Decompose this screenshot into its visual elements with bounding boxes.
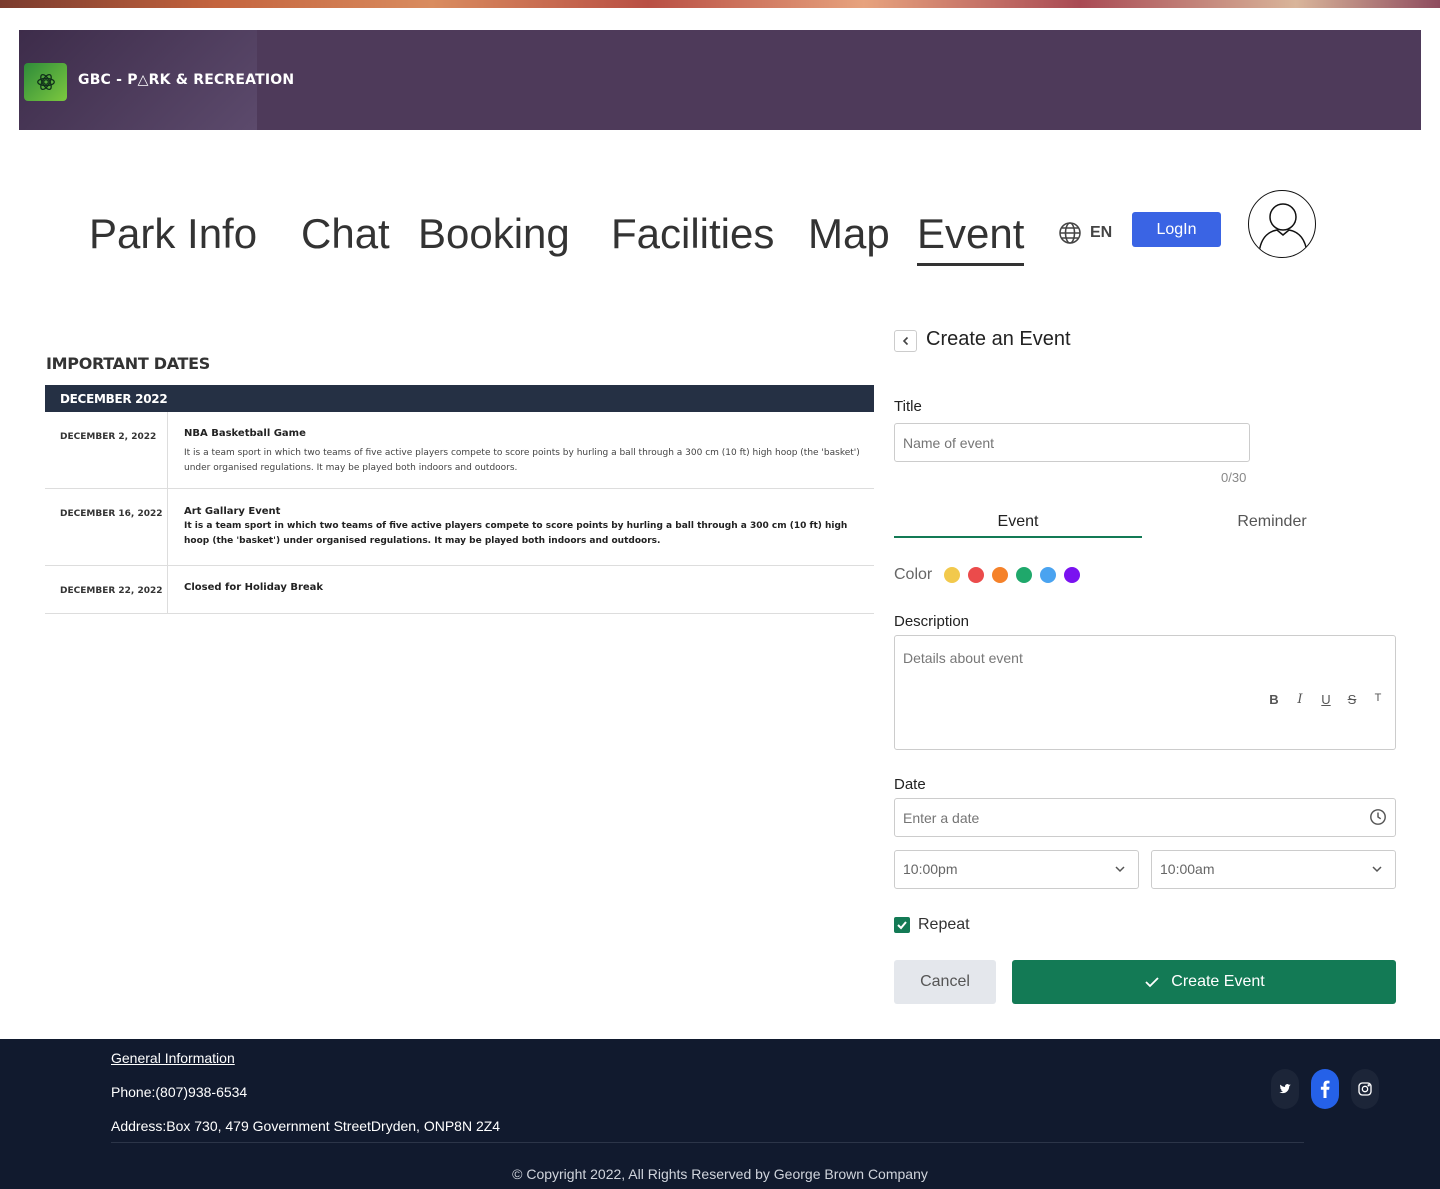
user-avatar-icon[interactable] (1248, 190, 1316, 258)
color-swatch-orange[interactable] (992, 567, 1009, 583)
back-button[interactable] (894, 330, 917, 352)
title-input[interactable] (894, 423, 1250, 462)
strikethrough-icon[interactable]: S (1345, 692, 1359, 707)
color-swatch-green[interactable] (1016, 567, 1033, 583)
nav-map[interactable]: Map (808, 205, 890, 263)
chevron-left-icon (902, 336, 908, 346)
event-description: It is a team sport in which two teams of… (184, 448, 860, 473)
logo-icon (24, 63, 67, 101)
bold-icon[interactable]: B (1267, 692, 1281, 707)
italic-icon[interactable]: I (1293, 692, 1307, 707)
repeat-option[interactable]: Repeat (894, 916, 970, 934)
nav-facilities[interactable]: Facilities (611, 205, 774, 263)
start-time-value: 10:00pm (903, 861, 958, 877)
footer-phone: Phone:(807)938-6534 (111, 1084, 248, 1100)
globe-icon (1059, 222, 1081, 244)
event-title: Closed for Holiday Break (184, 582, 324, 593)
form-title: Create an Event (926, 328, 1071, 350)
header-banner: GBC - P△RK & RECREATION (19, 30, 1421, 130)
chevron-down-icon (1372, 866, 1382, 873)
event-details: Art Gallary Event It is a team sport in … (168, 489, 874, 565)
date-field (894, 798, 1396, 837)
nav-chat[interactable]: Chat (301, 205, 390, 263)
checkmark-icon (1145, 977, 1159, 988)
checkmark-icon (897, 921, 907, 930)
general-information-link[interactable]: General Information (111, 1050, 235, 1066)
nav-booking[interactable]: Booking (418, 205, 570, 263)
important-dates-heading: IMPORTANT DATES (46, 354, 211, 373)
table-row: DECEMBER 16, 2022 Art Gallary Event It i… (45, 489, 874, 566)
color-label: Color (894, 566, 933, 583)
description-label: Description (894, 613, 970, 630)
event-type-tabs: Event Reminder (894, 513, 1396, 539)
login-button[interactable]: LogIn (1132, 212, 1221, 247)
footer-divider (111, 1142, 1304, 1143)
event-date: DECEMBER 16, 2022 (45, 489, 168, 565)
event-date: DECEMBER 2, 2022 (45, 412, 168, 488)
date-label: Date (894, 776, 926, 793)
tab-event[interactable]: Event (894, 513, 1142, 538)
event-description: It is a team sport in which two teams of… (184, 521, 848, 546)
color-swatch-yellow[interactable] (944, 567, 961, 583)
color-picker: Color (894, 566, 1081, 584)
main-nav: Park Info Chat Booking Facilities Map Ev… (0, 190, 1440, 266)
cancel-button[interactable]: Cancel (894, 960, 996, 1004)
top-decorative-strip (0, 0, 1440, 8)
date-input[interactable] (894, 798, 1396, 837)
repeat-label: Repeat (918, 916, 970, 933)
description-placeholder: Details about event (903, 650, 1023, 666)
start-time-select[interactable]: 10:00pm (894, 850, 1139, 889)
footer-address: Address:Box 730, 479 Government StreetDr… (111, 1118, 501, 1134)
table-row: DECEMBER 22, 2022 Closed for Holiday Bre… (45, 566, 874, 614)
brand-name: GBC - P△RK & RECREATION (78, 72, 295, 88)
description-editor[interactable]: Details about event B I U S T (894, 635, 1396, 750)
logo-block[interactable]: GBC - P△RK & RECREATION (19, 30, 294, 130)
event-details: NBA Basketball Game It is a team sport i… (168, 412, 874, 488)
instagram-icon[interactable] (1351, 1069, 1379, 1109)
title-char-counter: 0/30 (1221, 470, 1247, 485)
facebook-icon[interactable] (1311, 1069, 1339, 1109)
tab-reminder[interactable]: Reminder (1148, 513, 1396, 538)
month-header: DECEMBER 2022 (45, 385, 874, 412)
footer: General Information Phone:(807)938-6534 … (0, 1039, 1440, 1189)
event-title: Art Gallary Event (184, 506, 281, 517)
copyright-text: © Copyright 2022, All Rights Reserved by… (512, 1166, 928, 1182)
event-details: Closed for Holiday Break (168, 566, 874, 613)
table-row: DECEMBER 2, 2022 NBA Basketball Game It … (45, 412, 874, 489)
language-selector[interactable]: EN (1058, 221, 1112, 245)
nav-park-info[interactable]: Park Info (89, 205, 257, 263)
title-label: Title (894, 398, 922, 415)
color-swatch-red[interactable] (968, 567, 985, 583)
end-time-value: 10:00am (1160, 861, 1215, 877)
chevron-down-icon (1115, 866, 1125, 873)
nav-event[interactable]: Event (917, 205, 1025, 266)
create-event-label: Create Event (1171, 973, 1265, 990)
event-title: NBA Basketball Game (184, 428, 306, 439)
repeat-checkbox[interactable] (894, 917, 910, 933)
create-event-button[interactable]: Create Event (1012, 960, 1396, 1004)
important-dates-table: DECEMBER 2022 DECEMBER 2, 2022 NBA Baske… (45, 385, 874, 614)
underline-icon[interactable]: U (1319, 692, 1333, 707)
event-date: DECEMBER 22, 2022 (45, 566, 168, 613)
clock-icon[interactable] (1369, 808, 1387, 826)
end-time-select[interactable]: 10:00am (1151, 850, 1396, 889)
text-format-toolbar: B I U S T (1267, 692, 1385, 707)
color-swatch-blue[interactable] (1040, 567, 1057, 583)
language-label: EN (1090, 224, 1113, 241)
twitter-icon[interactable] (1271, 1069, 1299, 1109)
text-size-icon[interactable]: T (1371, 692, 1385, 707)
color-swatch-purple[interactable] (1064, 567, 1081, 583)
